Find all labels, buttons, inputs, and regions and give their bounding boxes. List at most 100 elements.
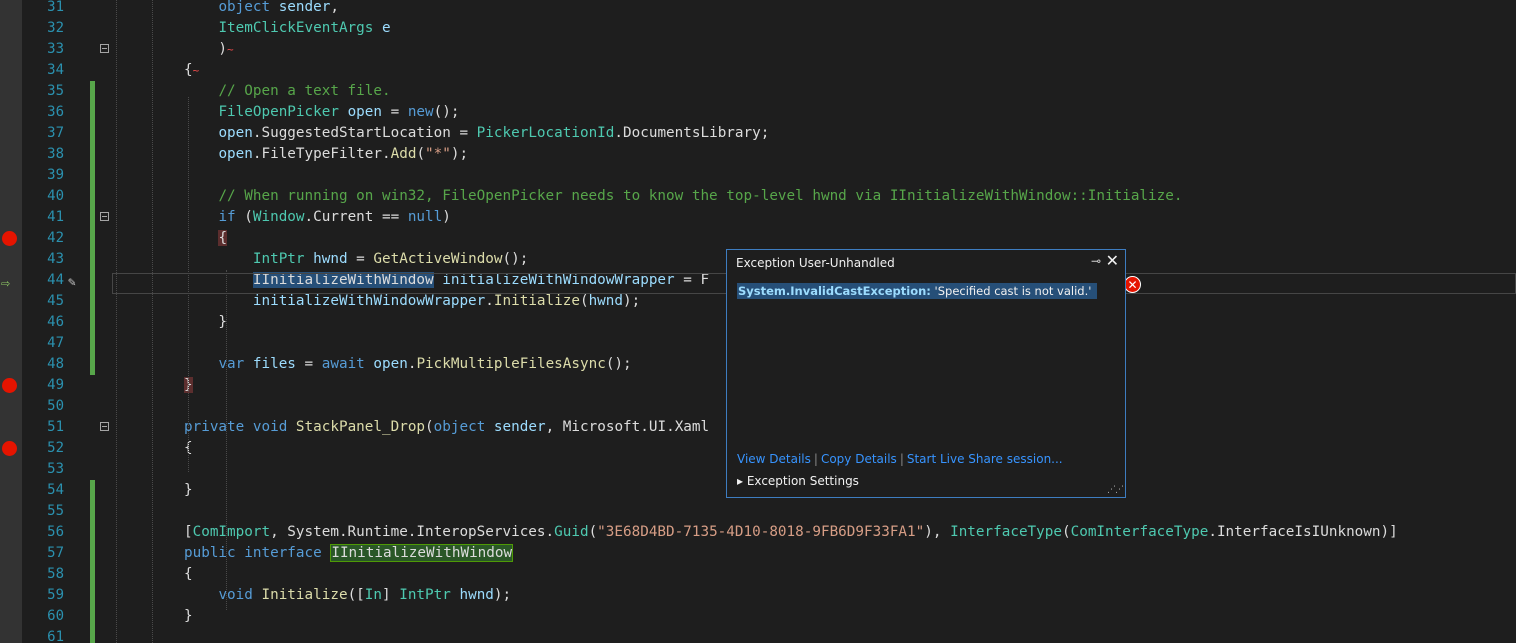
copy-details-link[interactable]: Copy Details [821,452,897,466]
change-marker [90,270,95,291]
code-token: ( [588,524,598,540]
code-text[interactable]: } [184,480,193,501]
line-number: 60 [47,608,64,624]
view-details-link[interactable]: View Details [737,452,811,466]
code-token: StackPanel_Drop [295,419,426,435]
indent-guide [226,270,227,610]
code-text[interactable]: initializeWithWindowWrapper.Initialize(h… [184,291,640,312]
code-line[interactable]: 39 [0,165,1516,186]
change-marker [90,501,95,522]
code-line[interactable]: 32 ItemClickEventArgs e [0,18,1516,39]
breakpoint-icon[interactable] [2,231,17,246]
code-line[interactable]: 40 // When running on win32, FileOpenPic… [0,186,1516,207]
code-text[interactable]: IntPtr hwnd = GetActiveWindow(); [184,249,528,270]
code-token: hwnd [588,293,624,309]
breakpoint-icon[interactable] [2,441,17,456]
code-token: = [382,104,408,120]
exception-helper-popup: Exception User-Unhandled ⊸ ✕ System.Inva… [726,249,1126,498]
code-line[interactable]: 31 object sender, [0,0,1516,18]
pin-icon[interactable]: ⊸ [1091,254,1101,268]
code-text[interactable]: { [184,228,228,249]
code-text[interactable]: open.FileTypeFilter.Add("*"); [184,144,468,165]
code-line[interactable]: 36 FileOpenPicker open = new(); [0,102,1516,123]
code-text[interactable]: void Initialize([In] IntPtr hwnd); [184,585,511,606]
line-number: 59 [47,587,64,603]
code-text[interactable]: { [184,564,193,585]
code-cleanup-brush-icon[interactable]: ✎ [68,275,76,290]
code-line[interactable]: 42 { [0,228,1516,249]
code-text[interactable]: public interface IInitializeWithWindow [184,543,514,564]
code-line[interactable]: 37 open.SuggestedStartLocation = PickerL… [0,123,1516,144]
code-token: open [218,125,253,141]
code-token: "*" [425,146,451,162]
code-text[interactable]: // When running on win32, FileOpenPicker… [184,186,1182,207]
code-text[interactable]: )~ [184,39,233,60]
code-token: ( [416,146,426,162]
code-text[interactable]: [ComImport, System.Runtime.InteropServic… [184,522,1398,543]
next-statement-arrow-icon[interactable]: ⇨ [1,276,10,291]
code-line[interactable]: 34 {~ [0,60,1516,81]
code-line[interactable]: 60} [0,606,1516,627]
code-line[interactable]: 35 // Open a text file. [0,81,1516,102]
change-marker [90,522,95,543]
code-text[interactable]: {~ [184,60,199,81]
change-marker [90,354,95,375]
code-token: IntPtr [252,251,305,267]
line-number: 47 [47,335,64,351]
line-number: 61 [47,629,64,643]
change-marker [90,333,95,354]
collapse-icon[interactable] [100,212,109,221]
change-marker [90,102,95,123]
error-icon: ✕ [1124,276,1141,293]
code-line[interactable]: 58 { [0,564,1516,585]
code-token: null [407,209,443,225]
code-token: Initialize [261,587,348,603]
collapse-icon[interactable] [100,44,109,53]
code-token: (); [433,104,460,120]
collapse-icon[interactable] [100,422,109,431]
code-text[interactable]: if (Window.Current == null) [184,207,451,228]
line-number: 40 [47,188,64,204]
change-marker [90,564,95,585]
indent-guide [152,0,153,643]
line-number: 36 [47,104,64,120]
code-line[interactable]: 38 open.FileTypeFilter.Add("*"); [0,144,1516,165]
code-line[interactable]: 61 [0,627,1516,643]
code-text[interactable]: ItemClickEventArgs e [184,18,390,39]
code-text[interactable]: FileOpenPicker open = new(); [184,102,459,123]
code-text[interactable]: } [184,606,193,627]
code-text[interactable]: object sender, [184,0,339,18]
change-marker [90,606,95,627]
code-line[interactable]: 33 )~ [0,39,1516,60]
code-text[interactable]: var files = await open.PickMultipleFiles… [184,354,631,375]
close-icon[interactable]: ✕ [1106,251,1119,270]
code-token: GetActiveWindow [373,251,503,267]
code-text[interactable]: // Open a text file. [184,81,390,102]
code-token: ) [184,41,228,57]
exception-settings-toggle[interactable]: ▸ Exception Settings [737,474,859,488]
code-text[interactable]: } [184,312,227,333]
code-token: ) [442,209,451,225]
code-text[interactable]: private void StackPanel_Drop(object send… [184,417,709,438]
breakpoint-icon[interactable] [2,378,17,393]
line-number: 38 [47,146,64,162]
code-text[interactable]: open.SuggestedStartLocation = PickerLoca… [184,123,769,144]
change-marker [90,627,95,643]
change-marker [90,543,95,564]
change-marker [90,291,95,312]
code-line[interactable]: 55 [0,501,1516,522]
change-marker [90,81,95,102]
line-number: 57 [47,545,64,561]
code-token: (); [502,251,529,267]
change-marker [90,312,95,333]
code-line[interactable]: 41 if (Window.Current == null) [0,207,1516,228]
code-line[interactable]: 59 void Initialize([In] IntPtr hwnd); [0,585,1516,606]
code-line[interactable]: 57 public interface IInitializeWithWindow [0,543,1516,564]
live-share-link[interactable]: Start Live Share session... [907,452,1063,466]
code-line[interactable]: 56 [ComImport, System.Runtime.InteropServ… [0,522,1516,543]
resize-grip-icon[interactable]: ⋰⋰ [1107,485,1124,495]
